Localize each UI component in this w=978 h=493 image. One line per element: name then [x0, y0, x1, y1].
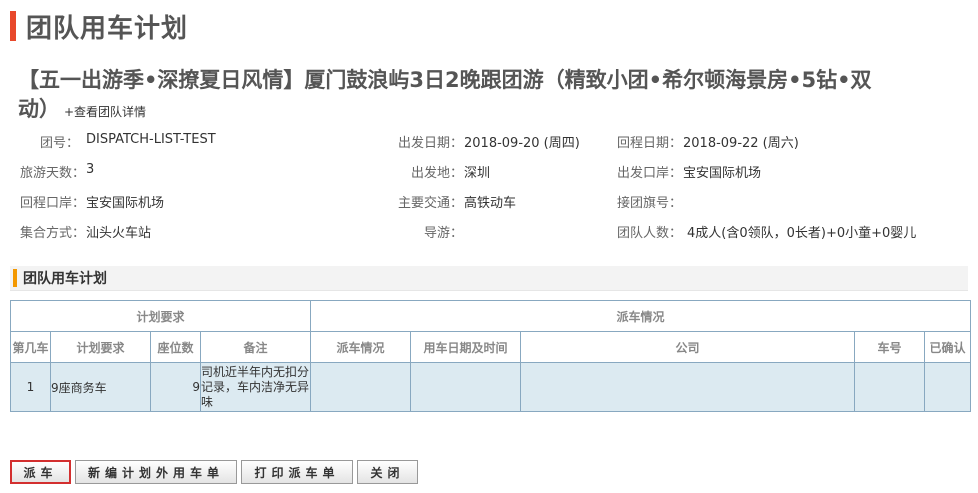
cell-remark: 司机近半年内无扣分记录，车内洁净无异味 — [199, 362, 312, 412]
cell-plan: 9座商务车 — [50, 362, 151, 412]
tour-name: 【五一出游季•深撩夏日风情】厦门鼓浪屿3日2晚跟团游（精致小团•希尔顿海景房•5… — [18, 66, 898, 127]
col-datetime: 用车日期及时间 — [410, 331, 522, 363]
table-row: 1 9座商务车 9 司机近半年内无扣分记录，车内洁净无异味 — [10, 362, 972, 412]
cell-datetime — [410, 362, 522, 412]
depart-date-label: 出发日期： — [398, 136, 464, 151]
col-plan: 计划要求 — [50, 331, 151, 363]
print-dispatch-button[interactable]: 打印派车单 — [241, 460, 353, 484]
group-no-value: DISPATCH-LIST-TEST — [86, 132, 216, 147]
dispatch-button[interactable]: 派车 — [10, 460, 71, 484]
col-dispatch: 派车情况 — [310, 331, 412, 363]
cell-company — [520, 362, 856, 412]
section-title: 团队用车计划 — [23, 271, 107, 287]
section-header: 团队用车计划 — [10, 266, 968, 291]
depart-port-value: 宝安国际机场 — [683, 166, 762, 181]
col-plate: 车号 — [854, 331, 926, 363]
col-confirmed: 已确认 — [924, 331, 972, 363]
col-company: 公司 — [520, 331, 856, 363]
people-value: 4成人(含0领队，0长者)+0小童+0婴儿 — [687, 226, 917, 241]
cell-confirmed — [924, 362, 972, 412]
flag-no-label: 接团旗号： — [617, 196, 683, 211]
return-port-label: 回程口岸： — [20, 196, 86, 211]
depart-port-label: 出发口岸： — [617, 166, 683, 181]
info-row-4: 集合方式： 汕头火车站 导游： 团队人数： 4成人(含0领队，0长者)+0小童+… — [0, 222, 978, 242]
col-remark: 备注 — [199, 331, 312, 363]
days-value: 3 — [86, 162, 95, 177]
cell-plate — [854, 362, 926, 412]
people-label: 团队人数： — [617, 226, 683, 241]
depart-place-value: 深圳 — [464, 166, 491, 181]
col-car-no: 第几车 — [10, 331, 51, 363]
cell-dispatch — [310, 362, 412, 412]
header-group-dispatch: 派车情况 — [310, 300, 972, 332]
page-title: 团队用车计划 — [10, 8, 188, 44]
transport-value: 高铁动车 — [464, 196, 517, 211]
cell-seats: 9 — [150, 362, 201, 412]
section-accent-bar — [13, 269, 17, 287]
return-port-value: 宝安国际机场 — [86, 196, 165, 211]
gather-label: 集合方式： — [20, 226, 86, 241]
transport-label: 主要交通： — [398, 196, 464, 211]
close-button[interactable]: 关闭 — [357, 460, 418, 484]
header-group-plan: 计划要求 — [9, 300, 312, 332]
group-no-label: 团号： — [40, 136, 80, 151]
view-group-details-link[interactable]: +查看团队详情 — [64, 105, 146, 119]
page-title-text: 团队用车计划 — [26, 13, 189, 44]
guide-label: 导游： — [424, 226, 464, 241]
vehicle-plan-table: 计划要求 派车情况 第几车 计划要求 座位数 备注 派车情况 用车日期及时间 公… — [9, 300, 972, 412]
tour-name-text: 【五一出游季•深撩夏日风情】厦门鼓浪屿3日2晚跟团游（精致小团•希尔顿海景房•5… — [18, 68, 872, 121]
new-extra-plan-button[interactable]: 新编计划外用车单 — [75, 460, 237, 484]
info-row-1: 团号： DISPATCH-LIST-TEST 出发日期： 2018-09-20 … — [0, 132, 978, 152]
cell-car-no: 1 — [10, 362, 51, 412]
days-label: 旅游天数： — [20, 166, 86, 181]
depart-date-value: 2018-09-20 (周四) — [464, 136, 580, 151]
info-row-3: 回程口岸： 宝安国际机场 主要交通： 高铁动车 接团旗号： — [0, 192, 978, 212]
title-accent-bar — [10, 11, 16, 41]
gather-value: 汕头火车站 — [86, 226, 152, 241]
return-date-value: 2018-09-22 (周六) — [683, 136, 799, 151]
depart-place-label: 出发地： — [411, 166, 464, 181]
info-row-2: 旅游天数： 3 出发地： 深圳 出发口岸： 宝安国际机场 — [0, 162, 978, 182]
col-seats: 座位数 — [150, 331, 201, 363]
return-date-label: 回程日期： — [617, 136, 683, 151]
